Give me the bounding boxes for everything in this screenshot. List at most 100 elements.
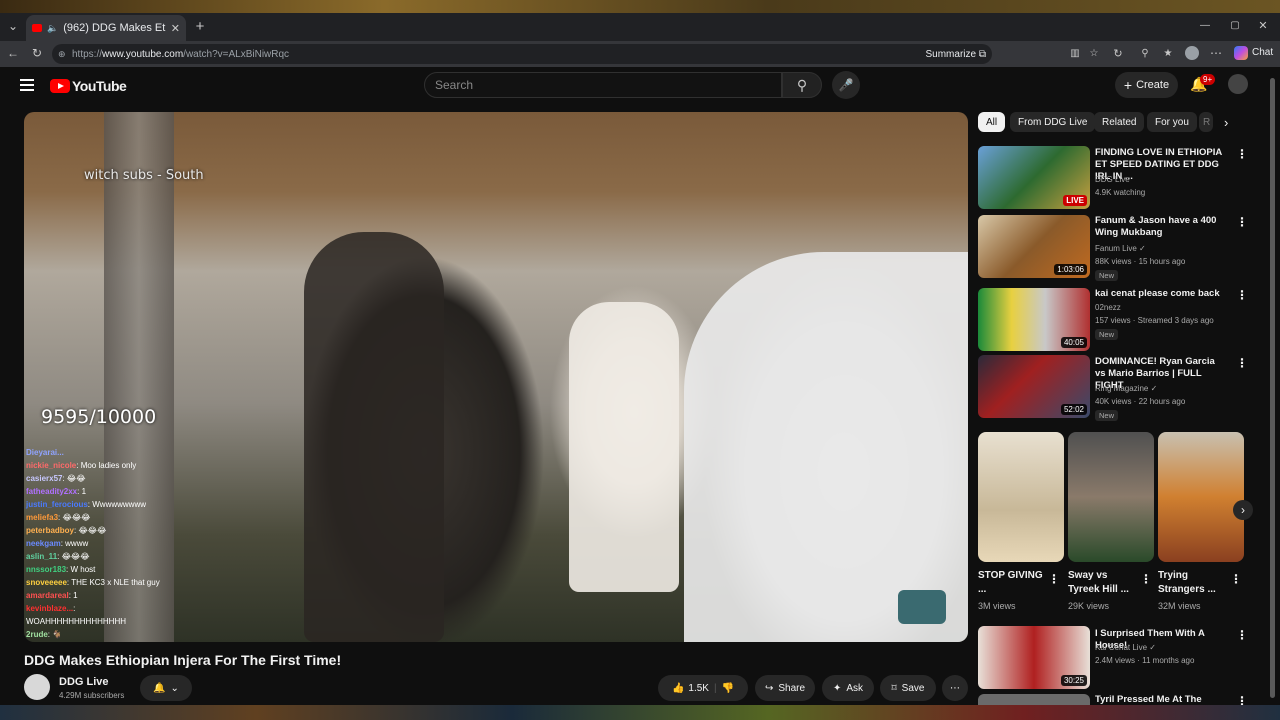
- more-vertical-icon[interactable]: ⋮: [1048, 572, 1060, 586]
- recommended-thumbnail[interactable]: LIVE: [978, 146, 1090, 209]
- profile-avatar-icon[interactable]: [1185, 46, 1199, 60]
- like-button[interactable]: 👍 1.5K: [672, 683, 709, 694]
- favorite-star-icon[interactable]: ☆: [1087, 46, 1101, 60]
- more-vertical-icon[interactable]: ⋮: [1236, 356, 1248, 370]
- account-avatar[interactable]: [1228, 74, 1248, 94]
- chat-line: snoveeeee: THE KC3 x NLE that guy: [26, 576, 226, 589]
- minimize-window-icon[interactable]: —: [1198, 18, 1212, 32]
- scene-person: [304, 232, 444, 642]
- recommended-channel[interactable]: Ring Magazine ✓: [1095, 382, 1157, 395]
- short-thumbnail[interactable]: [978, 432, 1064, 562]
- tab-list-chevron-icon[interactable]: ⌄: [6, 19, 20, 33]
- video-player[interactable]: witch subs - South 9595/10000 Dieyarai..…: [24, 112, 968, 642]
- more-menu-icon[interactable]: ⋯: [1209, 46, 1223, 60]
- youtube-play-logo-icon: [50, 79, 70, 93]
- recommended-channel[interactable]: 02nezz: [1095, 301, 1121, 314]
- search-input[interactable]: Search: [424, 72, 782, 98]
- maximize-window-icon[interactable]: ▢: [1228, 18, 1242, 32]
- favorites-icon[interactable]: ★: [1161, 46, 1175, 60]
- split-screen-icon[interactable]: ▥: [1068, 46, 1082, 60]
- recommended-meta: 88K views · 15 hours ago: [1095, 257, 1186, 266]
- short-views: 29K views: [1068, 601, 1110, 611]
- short-title[interactable]: Sway vs Tyreek Hill ...: [1068, 569, 1138, 597]
- more-vertical-icon[interactable]: ⋮: [1140, 572, 1152, 586]
- dislike-button[interactable]: 👎: [722, 683, 734, 694]
- back-arrow-icon[interactable]: ←: [6, 46, 20, 60]
- refresh-extension-icon[interactable]: ↻: [1111, 46, 1125, 60]
- recommended-thumbnail[interactable]: 40:05: [978, 288, 1090, 351]
- address-bar[interactable]: ⊕ https://www.youtube.com/watch?v=ALxBiN…: [52, 44, 992, 64]
- ask-button[interactable]: ✦ Ask: [822, 675, 874, 701]
- recommended-thumbnail[interactable]: [978, 694, 1090, 705]
- subscribed-bell-button[interactable]: 🔔 ⌄: [140, 675, 192, 701]
- chat-user: nnssor183: [26, 565, 67, 574]
- browser-tab-active[interactable]: 🔈 (962) DDG Makes Ethiopian In ✕: [26, 15, 186, 41]
- more-vertical-icon[interactable]: ⋮: [1230, 572, 1242, 586]
- recommended-title[interactable]: Tyril Pressed Me At The Clover: [1095, 694, 1227, 705]
- youtube-logo[interactable]: YouTube: [50, 78, 127, 94]
- short-title[interactable]: STOP GIVING ...: [978, 569, 1044, 597]
- chat-user: snoveeeee: [26, 578, 67, 587]
- chat-line: kevinblaze...:: [26, 602, 226, 615]
- chip-all[interactable]: All: [978, 112, 1006, 132]
- video-duration: 30:25: [1060, 675, 1087, 686]
- recommended-thumbnail[interactable]: 52:02: [978, 355, 1090, 418]
- close-window-icon[interactable]: ✕: [1256, 18, 1270, 32]
- chat-user: justin_ferocious: [26, 500, 88, 509]
- copilot-icon[interactable]: [1234, 46, 1248, 60]
- save-button[interactable]: ⌑ Save: [880, 675, 936, 701]
- hamburger-menu-icon[interactable]: [20, 79, 34, 91]
- channel-avatar[interactable]: [24, 674, 50, 700]
- page-scrollbar[interactable]: [1270, 78, 1275, 698]
- recommended-thumbnail[interactable]: 1:03:06: [978, 215, 1090, 278]
- more-vertical-icon[interactable]: ⋮: [1236, 215, 1248, 229]
- thumbs-up-icon: 👍: [671, 682, 685, 694]
- more-actions-button[interactable]: ⋯: [942, 675, 968, 701]
- chat-label[interactable]: Chat: [1252, 47, 1273, 58]
- site-info-icon[interactable]: ⊕: [58, 49, 66, 60]
- recommended-thumbnail[interactable]: 30:25: [978, 626, 1090, 689]
- chat-msg: : 😂😂😂: [57, 552, 90, 561]
- short-thumbnail[interactable]: [1158, 432, 1244, 562]
- channel-name[interactable]: DDG Live: [59, 676, 109, 688]
- recommended-channel[interactable]: Fanum Live ✓: [1095, 242, 1146, 255]
- short-thumbnail[interactable]: [1068, 432, 1154, 562]
- extensions-icon[interactable]: ⚲: [1138, 46, 1152, 60]
- youtube-logo-text: YouTube: [72, 78, 127, 94]
- video-duration: 40:05: [1060, 337, 1087, 348]
- chat-msg: : 😂😂😂: [58, 513, 91, 522]
- more-vertical-icon[interactable]: ⋮: [1236, 147, 1248, 161]
- search-button[interactable]: ⚲: [782, 72, 822, 98]
- create-button[interactable]: + Create: [1115, 72, 1178, 98]
- chip-more[interactable]: R: [1199, 112, 1213, 132]
- recommended-title[interactable]: Fanum & Jason have a 400 Wing Mukbang: [1095, 215, 1227, 239]
- speaker-icon[interactable]: 🔈: [47, 23, 58, 34]
- chip-next-chevron-icon[interactable]: ›: [1224, 115, 1228, 130]
- plus-icon: +: [1123, 77, 1133, 93]
- chat-msg: : wwww: [60, 539, 89, 548]
- more-vertical-icon[interactable]: ⋮: [1236, 628, 1248, 642]
- url-host: www.youtube.com: [102, 48, 184, 60]
- short-title[interactable]: Trying Strangers ...: [1158, 569, 1226, 597]
- chat-line: fatheadity2xx: 1: [26, 485, 226, 498]
- url-prefix: https://: [72, 48, 103, 60]
- recommended-channel[interactable]: DDG Live: [1095, 173, 1130, 186]
- chip-related[interactable]: Related: [1094, 112, 1145, 132]
- shorts-next-chevron-icon[interactable]: ›: [1233, 500, 1253, 520]
- more-vertical-icon[interactable]: ⋮: [1236, 288, 1248, 302]
- share-icon: ↪: [764, 682, 774, 694]
- tab-close-icon[interactable]: ✕: [171, 22, 180, 35]
- chat-user: 2rude: [26, 630, 48, 639]
- notifications-button[interactable]: 🔔 9+: [1190, 74, 1216, 93]
- chip-from-ddg-live[interactable]: From DDG Live: [1010, 112, 1096, 132]
- new-tab-icon[interactable]: +: [192, 18, 208, 35]
- recommended-title[interactable]: kai cenat please come back: [1095, 288, 1227, 300]
- share-button[interactable]: ↪ Share: [755, 675, 815, 701]
- reload-icon[interactable]: ↻: [30, 46, 44, 60]
- chip-for-you[interactable]: For you: [1147, 112, 1197, 132]
- recommended-channel[interactable]: Kai Cenat Live ✓: [1095, 641, 1156, 654]
- chat-line: neekgam: wwww: [26, 537, 226, 550]
- summarize-button[interactable]: Summarize ⧉: [926, 49, 987, 60]
- chat-line: meliefa3: 😂😂😂: [26, 511, 226, 524]
- voice-search-button[interactable]: 🎤: [832, 71, 860, 99]
